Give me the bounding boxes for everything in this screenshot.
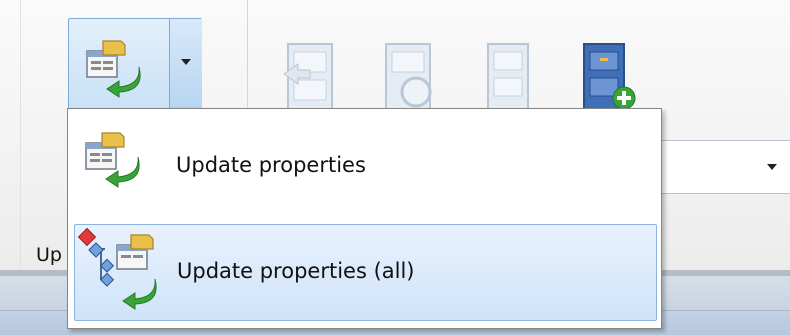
- combo-dropdown-icon[interactable]: [767, 164, 777, 170]
- update-properties-all-icon: [77, 227, 157, 310]
- cabinet-icon[interactable]: [478, 40, 540, 118]
- split-dropdown-arrow[interactable]: [169, 19, 202, 111]
- menu-item-label: Update properties: [176, 153, 366, 177]
- cabinet-search-icon[interactable]: [378, 40, 440, 118]
- update-properties-split-button[interactable]: [68, 18, 202, 112]
- cabinet-export-icon[interactable]: [280, 40, 342, 118]
- update-properties-menu: Update properties Update properties (all…: [67, 108, 662, 329]
- menu-item-label: Update properties (all): [177, 259, 415, 283]
- update-properties-icon: [86, 40, 141, 98]
- cabinet-add-icon[interactable]: [576, 40, 638, 118]
- update-properties-icon: [85, 132, 140, 188]
- group-separator: [20, 0, 21, 270]
- update-properties-button[interactable]: [69, 19, 169, 111]
- menu-item-update-properties-all[interactable]: Update properties (all): [74, 224, 657, 321]
- dropdown-arrow-icon: [181, 59, 191, 65]
- ribbon-group-label: Up: [36, 244, 62, 266]
- menu-item-update-properties[interactable]: Update properties: [74, 115, 657, 215]
